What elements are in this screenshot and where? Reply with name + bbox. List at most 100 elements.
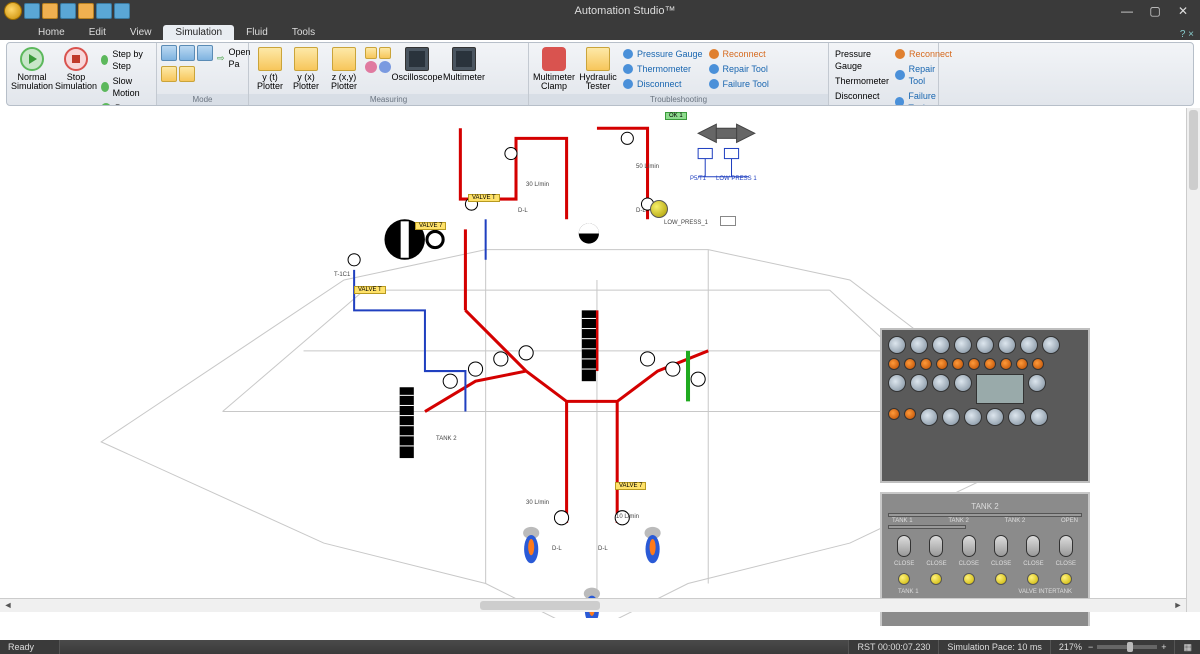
pause-button[interactable]: Pause [99, 101, 152, 106]
minimize-button[interactable]: — [1120, 4, 1134, 18]
qat-button[interactable] [114, 3, 130, 19]
valve-tag[interactable]: VALVE T [354, 286, 386, 294]
person-icon[interactable] [379, 61, 391, 73]
disconnect-button[interactable]: Disconnect [833, 89, 891, 103]
status-zoom[interactable]: 217% − + [1051, 640, 1176, 654]
scroll-left-icon[interactable]: ◄ [2, 600, 14, 612]
tank-switch[interactable] [1059, 535, 1073, 557]
scroll-right-icon[interactable]: ► [1172, 600, 1184, 612]
low-press-label: LOW PRESS 1 [716, 176, 757, 182]
title-bar: Automation Studio™ — ▢ ✕ [0, 0, 1200, 22]
thermometer-button[interactable]: Thermometer [621, 62, 705, 76]
t1c1-label: T-1C1 [334, 272, 350, 278]
tank-switch[interactable] [994, 535, 1008, 557]
flow-label: 10 L/min [616, 514, 639, 520]
failure-tool-button[interactable]: Failure Tool [893, 89, 954, 106]
step-by-step-button[interactable]: Step by Step [99, 47, 152, 73]
app-logo-icon[interactable] [4, 2, 22, 20]
tab-edit[interactable]: Edit [77, 25, 118, 40]
pressure-gauge-button[interactable]: Pressure Gauge [833, 47, 891, 73]
mode-icon[interactable] [197, 45, 213, 61]
vertical-scrollbar[interactable] [1186, 108, 1200, 612]
disconnect-button[interactable]: Disconnect [621, 77, 705, 91]
valve-tag[interactable]: VALVE T [468, 194, 500, 202]
maximize-button[interactable]: ▢ [1148, 4, 1162, 18]
tab-fluid[interactable]: Fluid [234, 25, 280, 40]
zoom-slider[interactable] [1097, 645, 1157, 649]
tab-tools[interactable]: Tools [280, 25, 327, 40]
status-fit-icon[interactable]: ▦ [1175, 640, 1200, 654]
cockpit-screen [976, 374, 1024, 404]
tab-simulation[interactable]: Simulation [163, 25, 234, 40]
qat-button[interactable] [78, 3, 94, 19]
group-title-troubleshooting: Troubleshooting [529, 94, 828, 105]
stop-icon [64, 47, 88, 71]
qat-button[interactable] [24, 3, 40, 19]
plotter-icon [332, 47, 356, 71]
group-title-measuring: Measuring [249, 94, 528, 105]
repair-tool-button[interactable]: Repair Tool [707, 62, 771, 76]
dl-label: D-L [518, 208, 528, 214]
open-panel-button[interactable]: ⇨Open Pa [215, 45, 253, 71]
failure-icon [895, 97, 904, 106]
person-icon[interactable] [365, 61, 377, 73]
cockpit-panel[interactable] [880, 328, 1090, 483]
mode-icon[interactable] [179, 45, 195, 61]
tab-view[interactable]: View [118, 25, 164, 40]
oscilloscope-button[interactable]: Oscilloscope [393, 45, 441, 82]
mode-icon[interactable] [179, 66, 195, 82]
reconnect-button[interactable]: Reconnect [707, 47, 771, 61]
dl-label: D-L [552, 546, 562, 552]
repair-tool-button[interactable]: Repair Tool [893, 62, 954, 88]
qat-button[interactable] [60, 3, 76, 19]
multimeter-clamp-button[interactable]: Multimeter Clamp [533, 45, 575, 91]
dl-label: D-L [636, 208, 646, 214]
yt-plotter-button[interactable]: y (t) Plotter [253, 45, 287, 91]
horizontal-scrollbar[interactable]: ◄ ► [0, 598, 1186, 612]
flow-label: 50 L/min [636, 164, 659, 170]
slow-motion-button[interactable]: Slow Motion [99, 74, 152, 100]
zxy-plotter-button[interactable]: z (x,y) Plotter [325, 45, 363, 91]
multimeter-button[interactable]: Multimeter [443, 45, 485, 82]
ribbon: Normal Simulation Stop Simulation Step b… [6, 42, 1194, 106]
help-close[interactable]: ? × [1180, 29, 1194, 40]
measuring-icon[interactable] [365, 47, 377, 59]
canvas-area[interactable]: VALVE T VALVE 7 VALVE T VALVE 7 OK 1 30 … [0, 108, 1200, 626]
hydraulic-tester-button[interactable]: Hydraulic Tester [577, 45, 619, 91]
failure-tool-button[interactable]: Failure Tool [707, 77, 771, 91]
pressure-gauge-button[interactable]: Pressure Gauge [621, 47, 705, 61]
failure-icon [709, 79, 719, 89]
tank-switch[interactable] [897, 535, 911, 557]
tank-panel-title: TANK 2 [888, 502, 1082, 511]
ok-tag[interactable]: OK 1 [665, 112, 687, 120]
tank-switch[interactable] [962, 535, 976, 557]
scroll-thumb[interactable] [480, 601, 600, 610]
step-icon [101, 55, 108, 65]
menu-tabs: Home Edit View Simulation Fluid Tools ? … [0, 22, 1200, 40]
status-bar: Ready RST 00:00:07.230 Simulation Pace: … [0, 640, 1200, 654]
normal-simulation-button[interactable]: Normal Simulation [11, 45, 53, 91]
valve-tag[interactable]: VALVE 7 [615, 482, 646, 490]
mode-icon[interactable] [161, 66, 177, 82]
reconnect-icon [895, 49, 905, 59]
flow-label: 30 L/min [526, 500, 549, 506]
close-button[interactable]: ✕ [1176, 4, 1190, 18]
window-title: Automation Studio™ [130, 5, 1120, 17]
mode-icon[interactable] [161, 45, 177, 61]
tank-switch[interactable] [929, 535, 943, 557]
reconnect-button[interactable]: Reconnect [893, 47, 954, 61]
group-title-mode: Mode [157, 94, 248, 105]
valve-tag[interactable]: VALVE 7 [415, 222, 446, 230]
thermometer-icon [623, 64, 633, 74]
thermometer-button[interactable]: Thermometer [833, 74, 891, 88]
qat-button[interactable] [42, 3, 58, 19]
measuring-icon[interactable] [379, 47, 391, 59]
tank-switch[interactable] [1026, 535, 1040, 557]
tab-home[interactable]: Home [26, 25, 77, 40]
qat-button[interactable] [96, 3, 112, 19]
yx-plotter-button[interactable]: y (x) Plotter [289, 45, 323, 91]
scroll-thumb[interactable] [1189, 110, 1198, 190]
stop-simulation-button[interactable]: Stop Simulation [55, 45, 97, 91]
status-pace: Simulation Pace: 10 ms [939, 640, 1051, 654]
plotter-icon [258, 47, 282, 71]
